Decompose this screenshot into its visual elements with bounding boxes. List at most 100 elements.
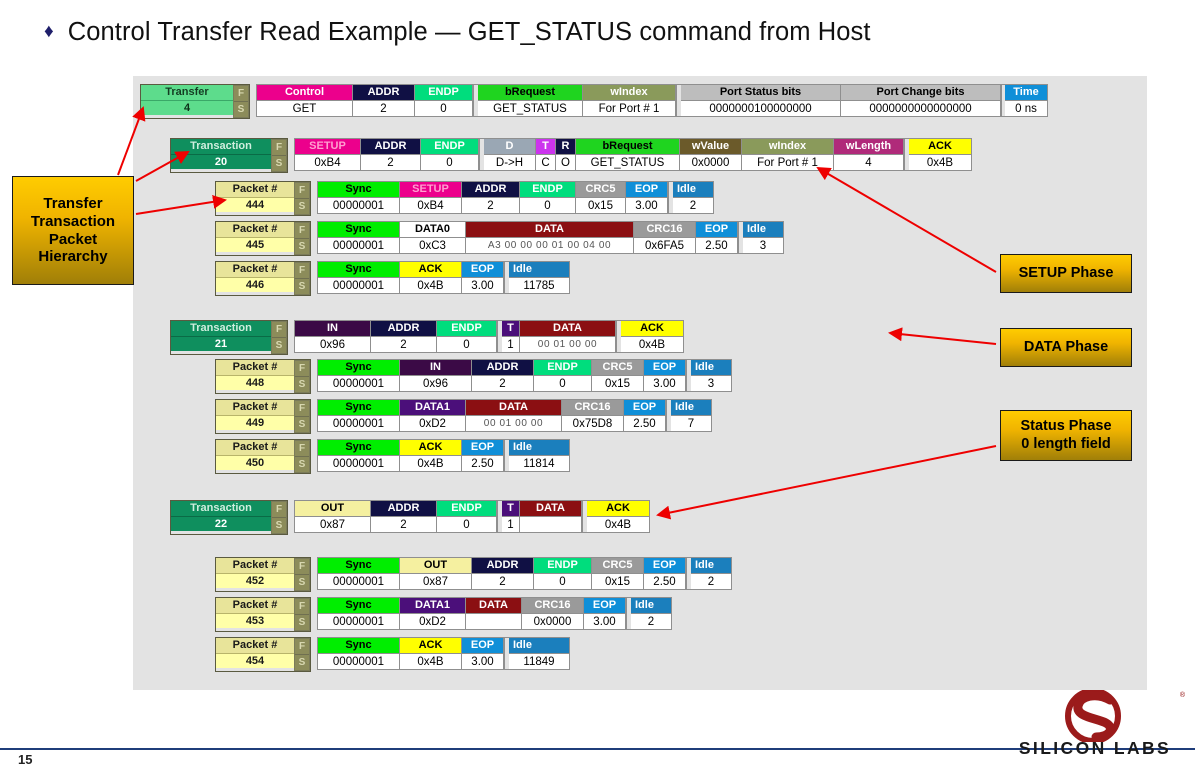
field-eop[interactable]: EOP 3.00 bbox=[462, 262, 504, 293]
field-sync[interactable]: Sync 00000001 bbox=[318, 598, 400, 629]
field-wvalue[interactable]: wValue 0x0000 bbox=[680, 139, 742, 170]
field-data[interactable]: DATA bbox=[520, 501, 582, 532]
frame-label: F bbox=[295, 223, 309, 239]
field-crc5[interactable]: CRC5 0x15 bbox=[592, 558, 644, 589]
field-sync[interactable]: Sync 00000001 bbox=[318, 262, 400, 293]
packet-row[interactable]: Packet #446 F S Sync 00000001 ACK 0x4B EOP 3.00 I… bbox=[215, 261, 570, 296]
field-endp[interactable]: ENDP 0 bbox=[534, 558, 592, 589]
field-brequest[interactable]: bRequest GET_STATUS bbox=[478, 85, 583, 116]
field-ack[interactable]: ACK 0x4B bbox=[909, 139, 971, 170]
field-t[interactable]: T1 bbox=[502, 321, 520, 352]
field-eop[interactable]: EOP 2.50 bbox=[462, 440, 504, 471]
field-idle[interactable]: Idle 11849 bbox=[509, 638, 569, 669]
field-value: 0x4B bbox=[587, 516, 649, 532]
field-data[interactable]: DATA 00 01 00 00 bbox=[520, 321, 616, 352]
field-addr[interactable]: ADDR 2 bbox=[353, 85, 415, 116]
field-crc5[interactable]: CRC5 0x15 bbox=[592, 360, 644, 391]
packet-row[interactable]: Packet #454 F S Sync 00000001 ACK 0x4B EOP 3.00 I… bbox=[215, 637, 570, 672]
field-endp[interactable]: ENDP 0 bbox=[437, 321, 497, 352]
packet-row[interactable]: Packet #449 F S Sync 00000001 DATA1 0xD2 DATA 00… bbox=[215, 399, 712, 434]
field-data[interactable]: DATA A3 00 00 00 01 00 04 00 bbox=[466, 222, 634, 253]
field-endp[interactable]: ENDP 0 bbox=[437, 501, 497, 532]
field-eop[interactable]: EOP 3.00 bbox=[462, 638, 504, 669]
field-endp[interactable]: ENDP 0 bbox=[534, 360, 592, 391]
field-r[interactable]: RO bbox=[556, 139, 576, 170]
field-setup[interactable]: SETUP 0xB4 bbox=[400, 182, 462, 213]
field-ack[interactable]: ACK 0x4B bbox=[400, 262, 462, 293]
field-header: Sync bbox=[318, 638, 399, 653]
transaction-row[interactable]: Transaction 22 F S OUT 0x87 ADDR 2 ENDP 0 T 1 DATA AC… bbox=[170, 500, 650, 535]
field-idle[interactable]: Idle 2 bbox=[673, 182, 713, 213]
field-t[interactable]: T1 bbox=[502, 501, 520, 532]
field-value: 00000001 bbox=[318, 415, 399, 431]
field-crc16[interactable]: CRC16 0x0000 bbox=[522, 598, 584, 629]
field-sync[interactable]: Sync 00000001 bbox=[318, 182, 400, 213]
field-addr[interactable]: ADDR 2 bbox=[462, 182, 520, 213]
field-d[interactable]: D D->H bbox=[484, 139, 536, 170]
field-idle[interactable]: Idle 3 bbox=[691, 360, 731, 391]
field-windex[interactable]: wIndex For Port # 1 bbox=[583, 85, 676, 116]
field-ack[interactable]: ACK 0x4B bbox=[400, 440, 462, 471]
field-addr[interactable]: ADDR 2 bbox=[472, 558, 534, 589]
field-sync[interactable]: Sync 00000001 bbox=[318, 400, 400, 431]
field-idle[interactable]: Idle 11785 bbox=[509, 262, 569, 293]
field-data1[interactable]: DATA1 0xD2 bbox=[400, 598, 466, 629]
field-idle[interactable]: Idle 3 bbox=[743, 222, 783, 253]
field-sync[interactable]: Sync 00000001 bbox=[318, 440, 400, 471]
field-ack[interactable]: ACK 0x4B bbox=[621, 321, 683, 352]
field-in[interactable]: IN 0x96 bbox=[295, 321, 371, 352]
field-endp[interactable]: ENDP 0 bbox=[520, 182, 576, 213]
field-addr[interactable]: ADDR 2 bbox=[472, 360, 534, 391]
field-sync[interactable]: Sync 00000001 bbox=[318, 558, 400, 589]
field-addr[interactable]: ADDR 2 bbox=[371, 501, 437, 532]
field-idle[interactable]: Idle 7 bbox=[671, 400, 711, 431]
field-data[interactable]: DATA 00 01 00 00 bbox=[466, 400, 562, 431]
field-eop[interactable]: EOP 2.50 bbox=[696, 222, 738, 253]
field-sync[interactable]: Sync 00000001 bbox=[318, 638, 400, 669]
transaction-row[interactable]: Transaction 21 F S IN 0x96 ADDR 2 ENDP 0 T 1 DATA 00 … bbox=[170, 320, 684, 355]
field-t[interactable]: TC bbox=[536, 139, 556, 170]
field-eop[interactable]: EOP 2.50 bbox=[644, 558, 686, 589]
field-ack[interactable]: ACK 0x4B bbox=[400, 638, 462, 669]
field-idle[interactable]: Idle 2 bbox=[691, 558, 731, 589]
field-wlength[interactable]: wLength 4 bbox=[834, 139, 904, 170]
field-eop[interactable]: EOP 3.00 bbox=[644, 360, 686, 391]
packet-row[interactable]: Packet #445 F S Sync 00000001 DATA0 0xC3 DATA A3… bbox=[215, 221, 784, 256]
field-time[interactable]: Time 0 ns bbox=[1005, 85, 1047, 116]
field-out[interactable]: OUT 0x87 bbox=[295, 501, 371, 532]
packet-row[interactable]: Packet #450 F S Sync 00000001 ACK 0x4B EOP 2.50 I… bbox=[215, 439, 570, 474]
field-port-status-bits[interactable]: Port Status bits 0000000100000000 bbox=[681, 85, 841, 116]
field-sync[interactable]: Sync 00000001 bbox=[318, 222, 400, 253]
field-addr[interactable]: ADDR 2 bbox=[371, 321, 437, 352]
field-crc5[interactable]: CRC5 0x15 bbox=[576, 182, 626, 213]
field-data[interactable]: DATA bbox=[466, 598, 522, 629]
field-out[interactable]: OUT 0x87 bbox=[400, 558, 472, 589]
packet-row[interactable]: Packet #448 F S Sync 00000001 IN 0x96 ADDR 2 ENDP… bbox=[215, 359, 732, 394]
field-crc16[interactable]: CRC16 0x6FA5 bbox=[634, 222, 696, 253]
field-sync[interactable]: Sync 00000001 bbox=[318, 360, 400, 391]
field-port-change-bits[interactable]: Port Change bits 0000000000000000 bbox=[841, 85, 1001, 116]
packet-row[interactable]: Packet #444 F S Sync 00000001 SETUP 0xB4 ADDR 2 E… bbox=[215, 181, 714, 216]
field-ack[interactable]: ACK 0x4B bbox=[587, 501, 649, 532]
field-idle[interactable]: Idle 11814 bbox=[509, 440, 569, 471]
field-value: 0xB4 bbox=[295, 154, 360, 170]
field-eop[interactable]: EOP 3.00 bbox=[626, 182, 668, 213]
field-eop[interactable]: EOP 2.50 bbox=[624, 400, 666, 431]
field-crc16[interactable]: CRC16 0x75D8 bbox=[562, 400, 624, 431]
field-endp[interactable]: ENDP 0 bbox=[415, 85, 473, 116]
transfer-row[interactable]: Transfer 4 F S Control GET ADDR 2 ENDP 0 bRequest G… bbox=[140, 84, 1048, 119]
field-in[interactable]: IN 0x96 bbox=[400, 360, 472, 391]
field-data0[interactable]: DATA0 0xC3 bbox=[400, 222, 466, 253]
packet-row[interactable]: Packet #453 F S Sync 00000001 DATA1 0xD2 DATA CR… bbox=[215, 597, 672, 632]
transaction-row[interactable]: Transaction 20 F S SETUP 0xB4 ADDR 2 ENDP 0 D D->H T… bbox=[170, 138, 972, 173]
field-control[interactable]: Control GET bbox=[257, 85, 353, 116]
field-endp[interactable]: ENDP 0 bbox=[421, 139, 479, 170]
field-idle[interactable]: Idle 2 bbox=[631, 598, 671, 629]
field-data1[interactable]: DATA1 0xD2 bbox=[400, 400, 466, 431]
field-setup[interactable]: SETUP 0xB4 bbox=[295, 139, 361, 170]
field-addr[interactable]: ADDR 2 bbox=[361, 139, 421, 170]
field-eop[interactable]: EOP 3.00 bbox=[584, 598, 626, 629]
packet-row[interactable]: Packet #452 F S Sync 00000001 OUT 0x87 ADDR 2 END… bbox=[215, 557, 732, 592]
field-windex[interactable]: wIndex For Port # 1 bbox=[742, 139, 834, 170]
field-brequest[interactable]: bRequest GET_STATUS bbox=[576, 139, 680, 170]
